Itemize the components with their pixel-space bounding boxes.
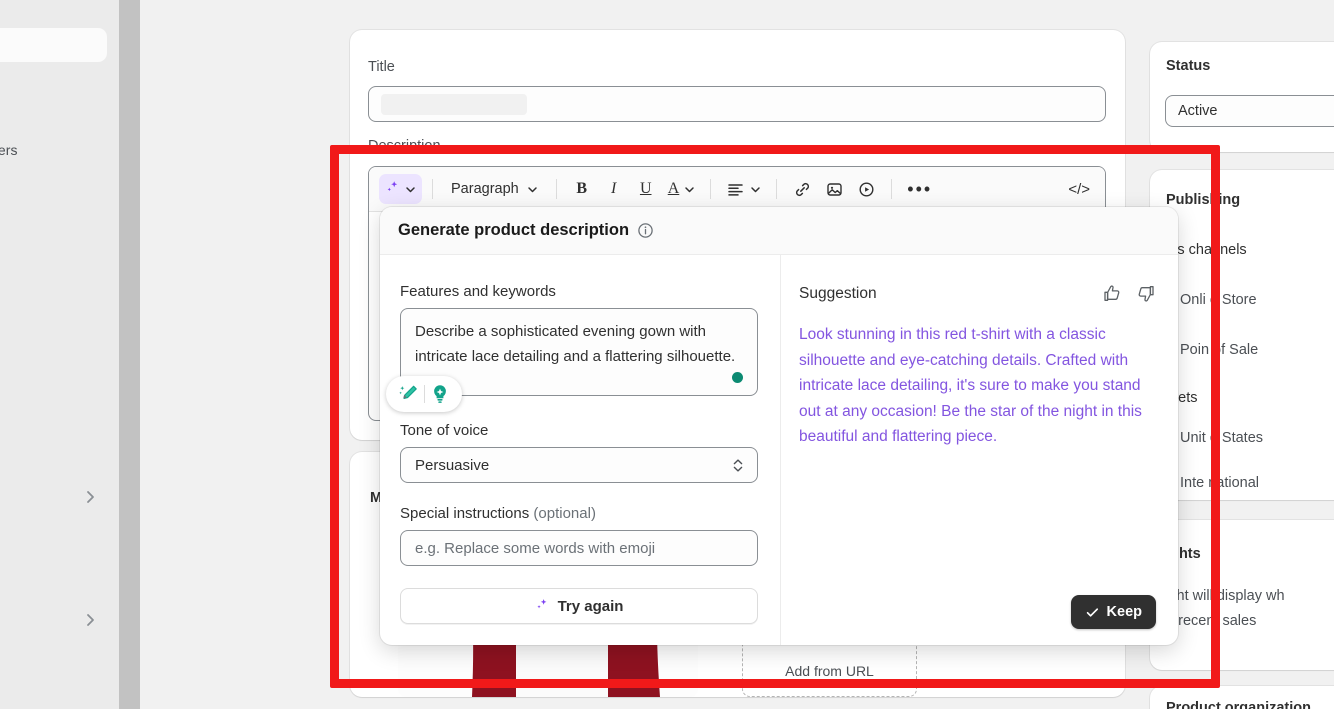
- tone-label: Tone of voice: [400, 422, 489, 439]
- ellipsis-icon[interactable]: •••: [902, 174, 937, 204]
- sparkle-icon: [385, 179, 401, 199]
- align-left-icon: [726, 180, 745, 199]
- paragraph-style-dropdown[interactable]: Paragraph: [443, 174, 546, 204]
- code-icon[interactable]: </>: [1063, 174, 1095, 204]
- sales-channel-online-store[interactable]: Onli e Store: [1180, 292, 1257, 308]
- dialog-right-pane: Suggestion Look stunning in this red t-s…: [780, 255, 1178, 645]
- editor-toolbar: Paragraph B I U A ••• </>: [369, 167, 1105, 212]
- ai-floating-toolbar: [386, 376, 462, 412]
- special-instructions-optional: (optional): [529, 505, 596, 522]
- toolbar-divider: [776, 179, 778, 199]
- suggestion-label: Suggestion: [799, 284, 877, 302]
- description-label: Description: [368, 138, 441, 154]
- text-color-label: A: [667, 180, 680, 197]
- chevron-right-icon[interactable]: [82, 489, 98, 505]
- sidebar-active-item[interactable]: [0, 28, 107, 62]
- divider: [423, 385, 425, 403]
- status-heading: Status: [1166, 58, 1211, 74]
- toolbar-divider: [432, 179, 433, 199]
- special-instructions-text: Special instructions: [400, 505, 530, 522]
- chevron-down-icon: [405, 184, 416, 195]
- link-icon[interactable]: [787, 174, 817, 204]
- features-label: Features and keywords: [400, 283, 556, 300]
- dialog-body: Features and keywords Describe a sophist…: [380, 255, 1178, 645]
- features-value: Describe a sophisticated evening gown wi…: [415, 323, 736, 365]
- check-icon: [1085, 605, 1100, 620]
- toolbar-divider: [555, 179, 557, 199]
- green-dot-indicator: [732, 372, 743, 383]
- image-icon[interactable]: [819, 174, 849, 204]
- chevron-down-icon: [684, 184, 695, 195]
- suggestion-feedback-actions: [1102, 283, 1156, 304]
- market-international[interactable]: Inte national: [1180, 475, 1259, 491]
- title-input[interactable]: [368, 86, 1106, 122]
- paragraph-style-label: Paragraph: [451, 181, 519, 197]
- try-again-label: Try again: [557, 597, 624, 615]
- page-scrollbar[interactable]: [119, 0, 140, 709]
- title-label: Title: [368, 59, 395, 75]
- special-instructions-input[interactable]: e.g. Replace some words with emoji: [400, 530, 758, 566]
- tone-value: Persuasive: [415, 456, 490, 474]
- chevron-down-icon: [527, 184, 538, 195]
- generate-description-dialog: Generate product description Features an…: [380, 207, 1178, 645]
- suggestion-text: Look stunning in this red t-shirt with a…: [799, 326, 1142, 445]
- left-sidebar: ders: [0, 0, 119, 709]
- ai-assist-button[interactable]: [379, 174, 422, 204]
- status-value: Active: [1178, 103, 1218, 119]
- keep-label: Keep: [1106, 604, 1142, 620]
- sales-channel-point-of-sale[interactable]: Poin of Sale: [1180, 342, 1258, 358]
- text-color-button[interactable]: A: [663, 174, 701, 204]
- lightbulb-icon[interactable]: [428, 382, 452, 406]
- publishing-heading: Publishing: [1166, 192, 1241, 208]
- video-play-icon[interactable]: [851, 174, 881, 204]
- bold-button[interactable]: B: [567, 174, 597, 204]
- dialog-title: Generate product description: [398, 221, 630, 239]
- status-select[interactable]: Active: [1165, 95, 1334, 127]
- tone-select[interactable]: Persuasive: [400, 447, 758, 483]
- product-organization-card: Product organization: [1150, 686, 1334, 709]
- sidebar-item-orders[interactable]: ders: [0, 142, 18, 158]
- magic-pencil-icon[interactable]: [397, 382, 421, 406]
- try-again-button[interactable]: Try again: [400, 588, 758, 624]
- keep-button[interactable]: Keep: [1070, 595, 1156, 629]
- underline-button[interactable]: U: [631, 174, 661, 204]
- add-from-url-label: Add from URL: [785, 663, 874, 679]
- special-instructions-label: Special instructions (optional): [400, 505, 758, 522]
- italic-button[interactable]: I: [599, 174, 629, 204]
- thumbs-down-icon[interactable]: [1135, 283, 1156, 304]
- info-circle-icon[interactable]: [637, 222, 654, 239]
- toolbar-divider: [710, 179, 712, 199]
- product-organization-heading: Product organization: [1166, 700, 1311, 709]
- chevron-down-icon: [750, 184, 761, 195]
- toolbar-divider: [891, 179, 893, 199]
- suggestion-header: Suggestion: [799, 283, 1156, 304]
- up-down-chevron-icon: [732, 457, 744, 474]
- dialog-header: Generate product description: [380, 207, 1178, 255]
- thumbs-up-icon[interactable]: [1102, 283, 1123, 304]
- sparkle-icon: [535, 597, 550, 615]
- market-united-states[interactable]: Unit d States: [1180, 430, 1263, 446]
- special-instructions-placeholder: e.g. Replace some words with emoji: [415, 539, 656, 557]
- text-align-button[interactable]: [721, 174, 766, 204]
- title-loading-shimmer: [381, 94, 527, 115]
- dialog-left-pane: Features and keywords Describe a sophist…: [380, 255, 780, 645]
- chevron-right-icon[interactable]: [82, 612, 98, 628]
